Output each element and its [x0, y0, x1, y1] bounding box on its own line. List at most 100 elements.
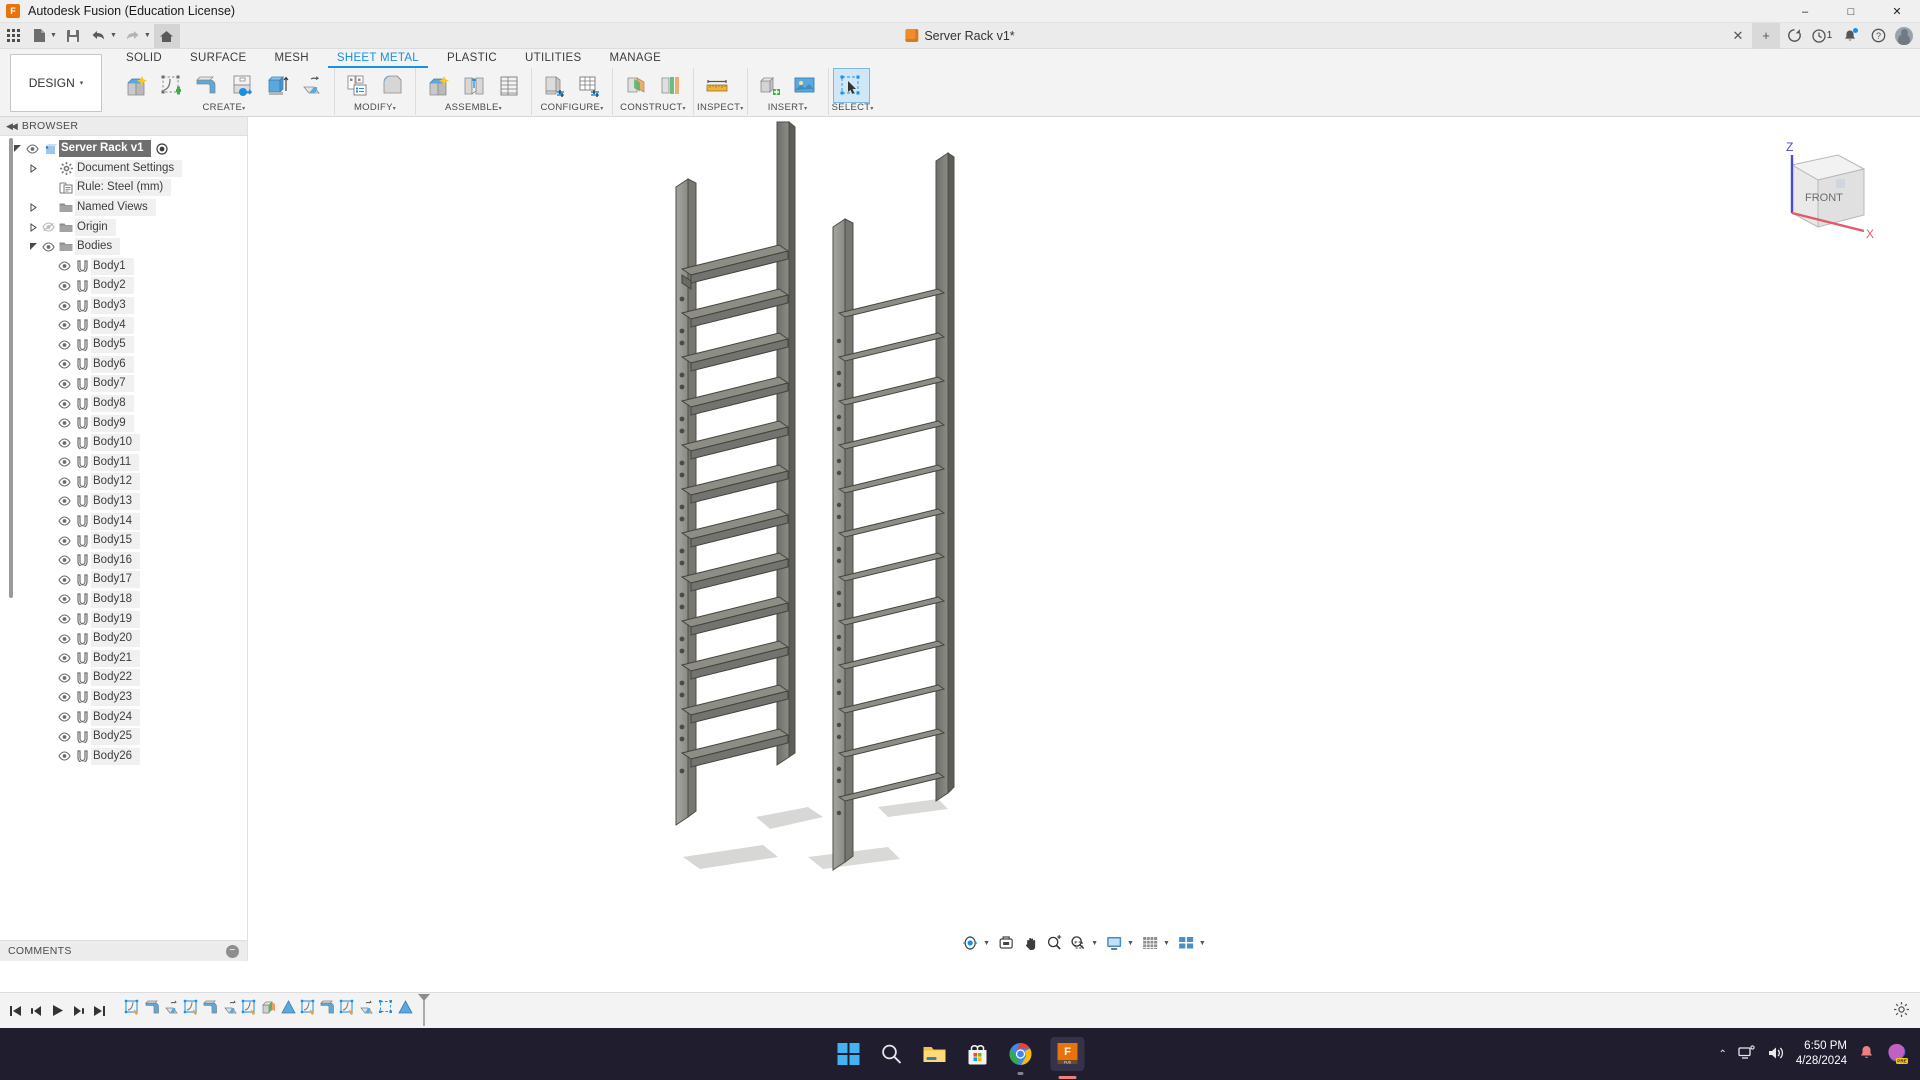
extrude-icon[interactable] — [259, 69, 294, 102]
eye-icon[interactable] — [56, 692, 73, 702]
viewports-icon[interactable] — [1174, 932, 1198, 954]
tab-sheet-metal[interactable]: SHEET METAL — [323, 50, 433, 68]
create-sketch-icon[interactable] — [154, 69, 189, 102]
viewports-dropdown-caret[interactable]: ▼ — [1198, 940, 1210, 947]
tree-item-body7[interactable]: Body7 — [0, 374, 247, 394]
file-explorer-icon[interactable] — [922, 1041, 948, 1067]
timeline-item[interactable] — [143, 993, 163, 1023]
unfold-icon[interactable] — [294, 69, 329, 102]
eye-icon[interactable] — [56, 457, 73, 467]
tree-item-body15[interactable]: Body15 — [0, 531, 247, 551]
close-window-button[interactable]: ✕ — [1874, 0, 1920, 23]
eye-icon[interactable] — [56, 438, 73, 448]
eye-icon[interactable] — [56, 340, 73, 350]
panel-label-configure[interactable]: CONFIGURE▾ — [535, 101, 609, 114]
eye-icon[interactable] — [56, 712, 73, 722]
tree-item-body12[interactable]: Body12 — [0, 472, 247, 492]
bell-icon[interactable] — [1836, 23, 1864, 49]
eye-icon[interactable] — [56, 536, 73, 546]
tree-item-body9[interactable]: Body9 — [0, 413, 247, 433]
timeline-item[interactable] — [201, 993, 221, 1023]
joint-icon[interactable] — [456, 69, 491, 102]
windows-start-icon[interactable] — [836, 1041, 862, 1067]
configuration-table-icon[interactable] — [572, 69, 607, 102]
app-grid-icon[interactable] — [0, 24, 26, 48]
select-cursor-icon[interactable] — [832, 68, 870, 103]
eye-icon[interactable] — [56, 281, 73, 291]
tree-item-body2[interactable]: Body2 — [0, 276, 247, 296]
tree-item-named-views[interactable]: Named Views — [0, 198, 247, 218]
home-icon[interactable] — [153, 23, 180, 48]
tree-item-body24[interactable]: Body24 — [0, 707, 247, 727]
sheet-metal-rules-icon[interactable] — [340, 69, 375, 102]
step-forward-icon[interactable] — [69, 998, 88, 1024]
save-icon[interactable] — [60, 24, 86, 48]
tree-item-body11[interactable]: Body11 — [0, 453, 247, 473]
timeline-settings-icon[interactable] — [1893, 1001, 1910, 1021]
expand-arrow-icon[interactable] — [10, 144, 24, 153]
timeline-item[interactable] — [377, 993, 397, 1023]
tree-item-rule-steel-mm[interactable]: Rule: Steel (mm) — [0, 178, 247, 198]
configure-design-icon[interactable] — [537, 69, 572, 102]
timeline-item[interactable] — [318, 993, 338, 1023]
timeline-item[interactable] — [396, 993, 416, 1023]
maximize-button[interactable]: □ — [1828, 0, 1874, 23]
eye-icon[interactable] — [56, 594, 73, 605]
3d-viewport[interactable]: FRONT Z X ▼ ▼ ▼ ▼ ▼ — [248, 117, 1920, 961]
grid-snaps-dropdown-caret[interactable]: ▼ — [1162, 940, 1174, 947]
microsoft-store-icon[interactable] — [965, 1041, 991, 1067]
tree-item-body14[interactable]: Body14 — [0, 511, 247, 531]
tree-item-body1[interactable]: Body1 — [0, 257, 247, 277]
play-icon[interactable] — [48, 998, 67, 1024]
timeline-item[interactable] — [357, 993, 377, 1023]
timeline-item[interactable] — [299, 993, 319, 1023]
undo-icon[interactable] — [86, 24, 112, 48]
job-status-icon[interactable]: 1 — [1808, 23, 1836, 49]
eye-icon[interactable] — [56, 732, 73, 742]
go-to-end-icon[interactable] — [90, 998, 109, 1024]
tree-item-body19[interactable]: Body19 — [0, 609, 247, 629]
look-at-icon[interactable] — [994, 932, 1018, 954]
timeline-item[interactable] — [260, 993, 280, 1023]
collapse-arrow-icon[interactable] — [26, 163, 40, 173]
tree-item-body18[interactable]: Body18 — [0, 590, 247, 610]
redo-icon[interactable] — [120, 24, 146, 48]
measure-icon[interactable] — [699, 69, 734, 102]
add-document-tab-button[interactable]: + — [1752, 22, 1780, 49]
eye-icon[interactable] — [56, 359, 73, 369]
tree-item-body17[interactable]: Body17 — [0, 570, 247, 590]
panel-label-create[interactable]: CREATE▾ — [117, 101, 331, 114]
eye-icon[interactable] — [56, 653, 73, 663]
timeline-item[interactable] — [221, 993, 241, 1023]
volume-icon[interactable] — [1767, 1045, 1785, 1064]
autodesk-fusion-icon[interactable]: F FUS — [1050, 1037, 1085, 1079]
minimize-button[interactable]: – — [1782, 0, 1828, 23]
eye-icon[interactable] — [56, 634, 73, 644]
bell-icon[interactable] — [1858, 1044, 1875, 1064]
eye-icon[interactable] — [56, 496, 73, 507]
timeline-item[interactable] — [182, 993, 202, 1023]
display-settings-dropdown-caret[interactable]: ▼ — [1126, 940, 1138, 947]
tree-item-bodies[interactable]: Bodies — [0, 237, 247, 257]
user-avatar-icon[interactable] — [1895, 26, 1913, 45]
bend-icon[interactable] — [375, 69, 410, 102]
tree-item-server-rack-v1[interactable]: Server Rack v1 — [0, 139, 247, 159]
activate-component-radio-icon[interactable] — [156, 143, 169, 155]
eye-icon[interactable] — [56, 477, 73, 487]
tab-manage[interactable]: MANAGE — [595, 50, 675, 68]
panel-label-construct[interactable]: CONSTRUCT▾ — [616, 101, 690, 114]
timeline-item[interactable] — [338, 993, 358, 1023]
copilot-pre-icon[interactable]: PRE — [1886, 1041, 1910, 1068]
timeline-end-marker[interactable] — [417, 993, 431, 1027]
collapse-left-icon[interactable]: ◀◀ — [6, 121, 18, 132]
timeline-item[interactable] — [162, 993, 182, 1023]
workspace-switcher[interactable]: DESIGN ▾ — [10, 54, 102, 112]
insert-derive-icon[interactable] — [753, 69, 788, 102]
zoom-window-icon[interactable] — [1066, 932, 1090, 954]
add-comment-icon[interactable]: − — [226, 944, 239, 958]
google-chrome-icon[interactable] — [1008, 1041, 1034, 1075]
grid-snaps-icon[interactable] — [1138, 932, 1162, 954]
offset-plane-icon[interactable] — [618, 69, 653, 102]
tree-item-body4[interactable]: Body4 — [0, 315, 247, 335]
tree-item-body10[interactable]: Body10 — [0, 433, 247, 453]
